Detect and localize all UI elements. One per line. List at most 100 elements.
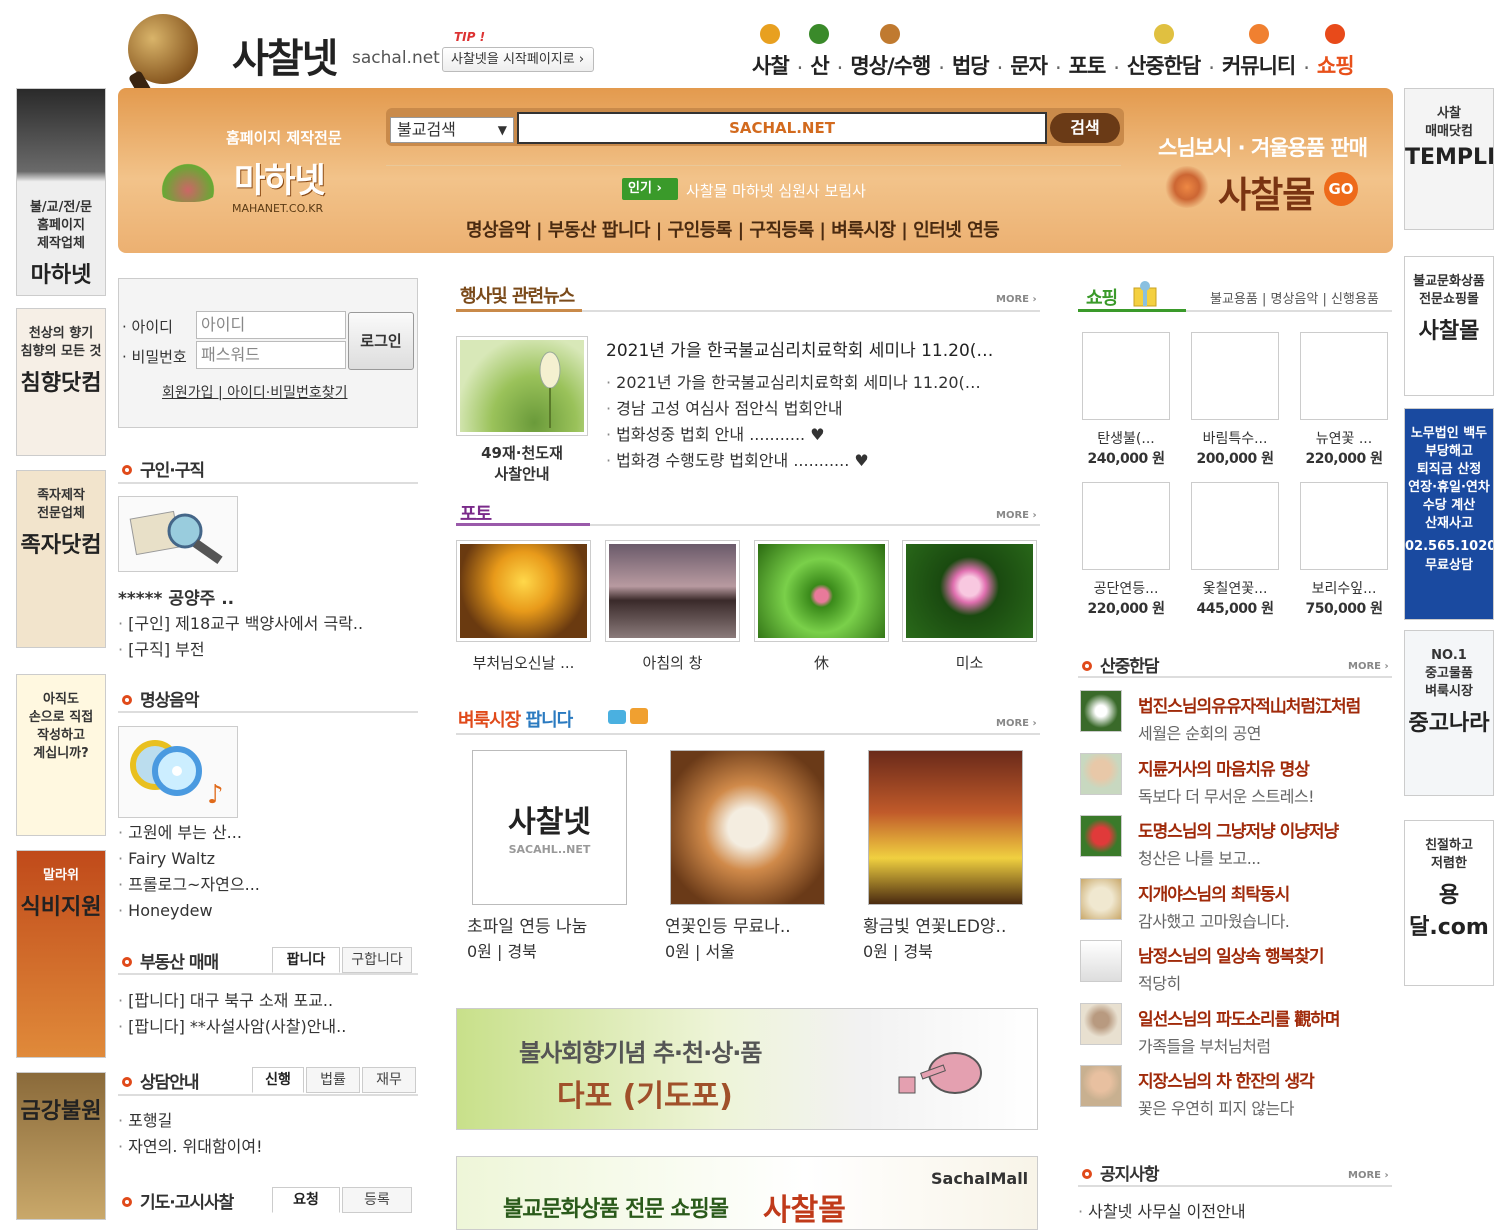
talk-author-avatar[interactable]	[1080, 815, 1122, 857]
left-ad-banner[interactable]: 족자제작 전문업체 족자닷컴	[16, 470, 106, 648]
news-thumbnail[interactable]	[456, 336, 588, 436]
shop-item-name[interactable]: 옻칠연꽃...	[1185, 578, 1285, 598]
right-ad-banner[interactable]: 불교문화상품 전문쇼핑몰 사찰몰	[1404, 256, 1494, 396]
music-title[interactable]: 명상음악	[122, 686, 200, 711]
login-button[interactable]: 로그인	[348, 312, 414, 370]
nav-item[interactable]: 산	[806, 20, 833, 80]
list-item[interactable]: 사찰넷 사무실 이전안내	[1078, 1199, 1245, 1225]
talk-author-avatar[interactable]	[1080, 690, 1122, 732]
left-ad-banner[interactable]: 불/교/전/문 홈페이지 제작업체 마하넷	[16, 88, 106, 296]
notice-title[interactable]: 공지사항	[1082, 1160, 1160, 1185]
shop-item-image[interactable]	[1191, 482, 1279, 570]
news-title[interactable]: 행사및 관련뉴스	[460, 282, 575, 308]
shop-item-image[interactable]	[1082, 332, 1170, 420]
nav-item[interactable]: 쇼핑	[1317, 20, 1355, 80]
list-item[interactable]: 법화경 수행도량 법회안내 ........... ♥	[606, 448, 1040, 474]
market-item-name[interactable]: 초파일 연등 나눔	[467, 912, 587, 937]
market-item-image[interactable]	[868, 750, 1023, 905]
right-ad-banner[interactable]: 친절하고 저렴한 용달.com	[1404, 820, 1494, 986]
cd-music-icon[interactable]: ♪	[118, 726, 238, 818]
talk-item-subtitle[interactable]: 세월은 순회의 공연	[1138, 720, 1261, 744]
sachalmall-go-button[interactable]: GO	[1324, 172, 1358, 206]
right-ad-banner[interactable]: NO.1 중고물품 벼룩시장 중고나라	[1404, 630, 1494, 796]
market-item-image[interactable]: 사찰넷 SACAHL..NET	[472, 750, 627, 905]
shop-item-image[interactable]	[1082, 482, 1170, 570]
tab-buy[interactable]: 구합니다	[342, 947, 412, 973]
list-item[interactable]: Honeydew	[118, 898, 260, 924]
talk-item-title[interactable]: 남정스님의 일상속 행복찾기	[1138, 942, 1325, 967]
talk-item-title[interactable]: 지장스님의 차 한잔의 생각	[1138, 1067, 1315, 1092]
dapo-promo-banner[interactable]: 불사회향기념 추·천·상·품 다포 (기도포)	[456, 1008, 1038, 1130]
tab-finance[interactable]: 재무	[362, 1067, 416, 1093]
shop-item-name[interactable]: 바림특수...	[1185, 428, 1285, 448]
talk-item-title[interactable]: 지륜거사의 마음치유 명상	[1138, 755, 1310, 780]
list-item[interactable]: Fairy Waltz	[118, 846, 260, 872]
shopping-tabs[interactable]: 불교용품 | 명상음악 | 신행용품	[1210, 288, 1379, 307]
talk-item-subtitle[interactable]: 감사했고 고마웠습니다.	[1138, 908, 1290, 932]
talk-item-title[interactable]: 일선스님의 파도소리를 觀하며	[1138, 1005, 1341, 1030]
market-item-image[interactable]	[670, 750, 825, 905]
market-title[interactable]: 벼룩시장 팝니다	[458, 706, 573, 732]
nav-item[interactable]: 법당	[952, 20, 990, 80]
shop-item-name[interactable]: 탄생불(...	[1076, 428, 1176, 448]
talk-more-link[interactable]: MORE ›	[1348, 661, 1389, 672]
talk-author-avatar[interactable]	[1080, 752, 1122, 795]
list-item[interactable]: 경남 고성 여심사 점안식 법회안내	[606, 396, 1040, 422]
search-input[interactable]: SACHAL.NET	[517, 112, 1047, 144]
market-item-name[interactable]: 황금빛 연꽃LED양..	[863, 912, 1006, 937]
shop-item-name[interactable]: 공단연등...	[1076, 578, 1176, 598]
photo-caption[interactable]: 아침의 창	[605, 652, 740, 673]
nav-item[interactable]: 포토	[1069, 20, 1107, 80]
news-headline[interactable]: 2021년 가을 한국불교심리치료학회 세미나 11.20(…	[606, 336, 1040, 361]
mahanet-url[interactable]: MAHANET.CO.KR	[232, 202, 323, 215]
list-item[interactable]: 프롤로그~자연으...	[118, 872, 260, 898]
list-item[interactable]: 법화성중 법회 안내 ........... ♥	[606, 422, 1040, 448]
talk-item-subtitle[interactable]: 적당히	[1138, 970, 1181, 994]
shopping-title[interactable]: 쇼핑	[1086, 284, 1118, 310]
photo-caption[interactable]: 미소	[902, 652, 1037, 673]
nav-item[interactable]: 사찰	[752, 20, 790, 80]
jobs-title[interactable]: 구인·구직	[122, 456, 205, 481]
tab-request[interactable]: 요청	[272, 1187, 340, 1213]
photo-caption[interactable]: 休	[754, 652, 889, 673]
list-item[interactable]: 자연의. 위대함이여!	[118, 1134, 262, 1160]
left-ad-banner[interactable]: 금강불원	[16, 1072, 106, 1220]
shop-item-image[interactable]	[1300, 332, 1388, 420]
notice-more-link[interactable]: MORE ›	[1348, 1170, 1389, 1181]
shop-item-image[interactable]	[1191, 332, 1279, 420]
photo-buddha-lamp[interactable]	[456, 540, 591, 642]
popular-keywords[interactable]: 사찰몰 마하넷 심원사 보림사	[686, 180, 866, 201]
tab-faith[interactable]: 신행	[252, 1067, 304, 1093]
talk-author-avatar[interactable]	[1080, 940, 1122, 982]
left-ad-banner[interactable]: 말라위 식비지원	[16, 850, 106, 1058]
photo-caption[interactable]: 부처님오신날 ...	[456, 652, 591, 673]
left-ad-banner[interactable]: 아직도 손으로 직접 작성하고 계십니까?	[16, 674, 106, 836]
news-thumb-caption[interactable]: 49재·천도재 사찰안내	[456, 442, 588, 484]
photo-mountain[interactable]	[605, 540, 740, 642]
newspaper-magnifier-icon[interactable]	[118, 496, 238, 572]
tab-law[interactable]: 법률	[306, 1067, 360, 1093]
tab-sell[interactable]: 팝니다	[272, 947, 340, 973]
talk-item-subtitle[interactable]: 꽃은 우연히 피지 않는다	[1138, 1095, 1294, 1119]
nav-item[interactable]: 산중한담	[1127, 20, 1201, 80]
shop-item-image[interactable]	[1300, 482, 1388, 570]
nav-item[interactable]: 명상/수행	[850, 20, 931, 80]
market-item-name[interactable]: 연꽃인등 무료나..	[665, 912, 791, 937]
market-more-link[interactable]: MORE ›	[996, 718, 1037, 729]
sachalmall-title[interactable]: 스님보시 · 겨울용품 판매	[1158, 132, 1368, 162]
talk-item-subtitle[interactable]: 가족들을 부처님처럼	[1138, 1033, 1271, 1057]
talk-author-avatar[interactable]	[1080, 1065, 1122, 1107]
mahanet-logo[interactable]: 마하넷	[234, 153, 326, 202]
talk-item-title[interactable]: 지개야스님의 최탁동시	[1138, 880, 1290, 905]
password-input[interactable]: 패스워드	[196, 341, 346, 369]
nav-item[interactable]: 커뮤니티	[1222, 20, 1296, 80]
list-item[interactable]: [팝니다] **사설사암(사찰)안내..	[118, 1014, 346, 1040]
prayer-title[interactable]: 기도·고시사찰	[122, 1188, 234, 1213]
sachalmall-logo[interactable]: 사찰몰	[1218, 166, 1315, 218]
jobs-featured[interactable]: ***** 공양주 ..	[118, 584, 234, 609]
left-ad-banner[interactable]: 천상의 향기 침향의 모든 것 침향닷컴	[16, 308, 106, 456]
talk-item-subtitle[interactable]: 청산은 나를 보고...	[1138, 845, 1261, 869]
shop-item-name[interactable]: 보리수잎...	[1294, 578, 1394, 598]
login-links[interactable]: 회원가입 | 아이디·비밀번호찾기	[162, 382, 348, 402]
photo-more-link[interactable]: MORE ›	[996, 510, 1037, 521]
